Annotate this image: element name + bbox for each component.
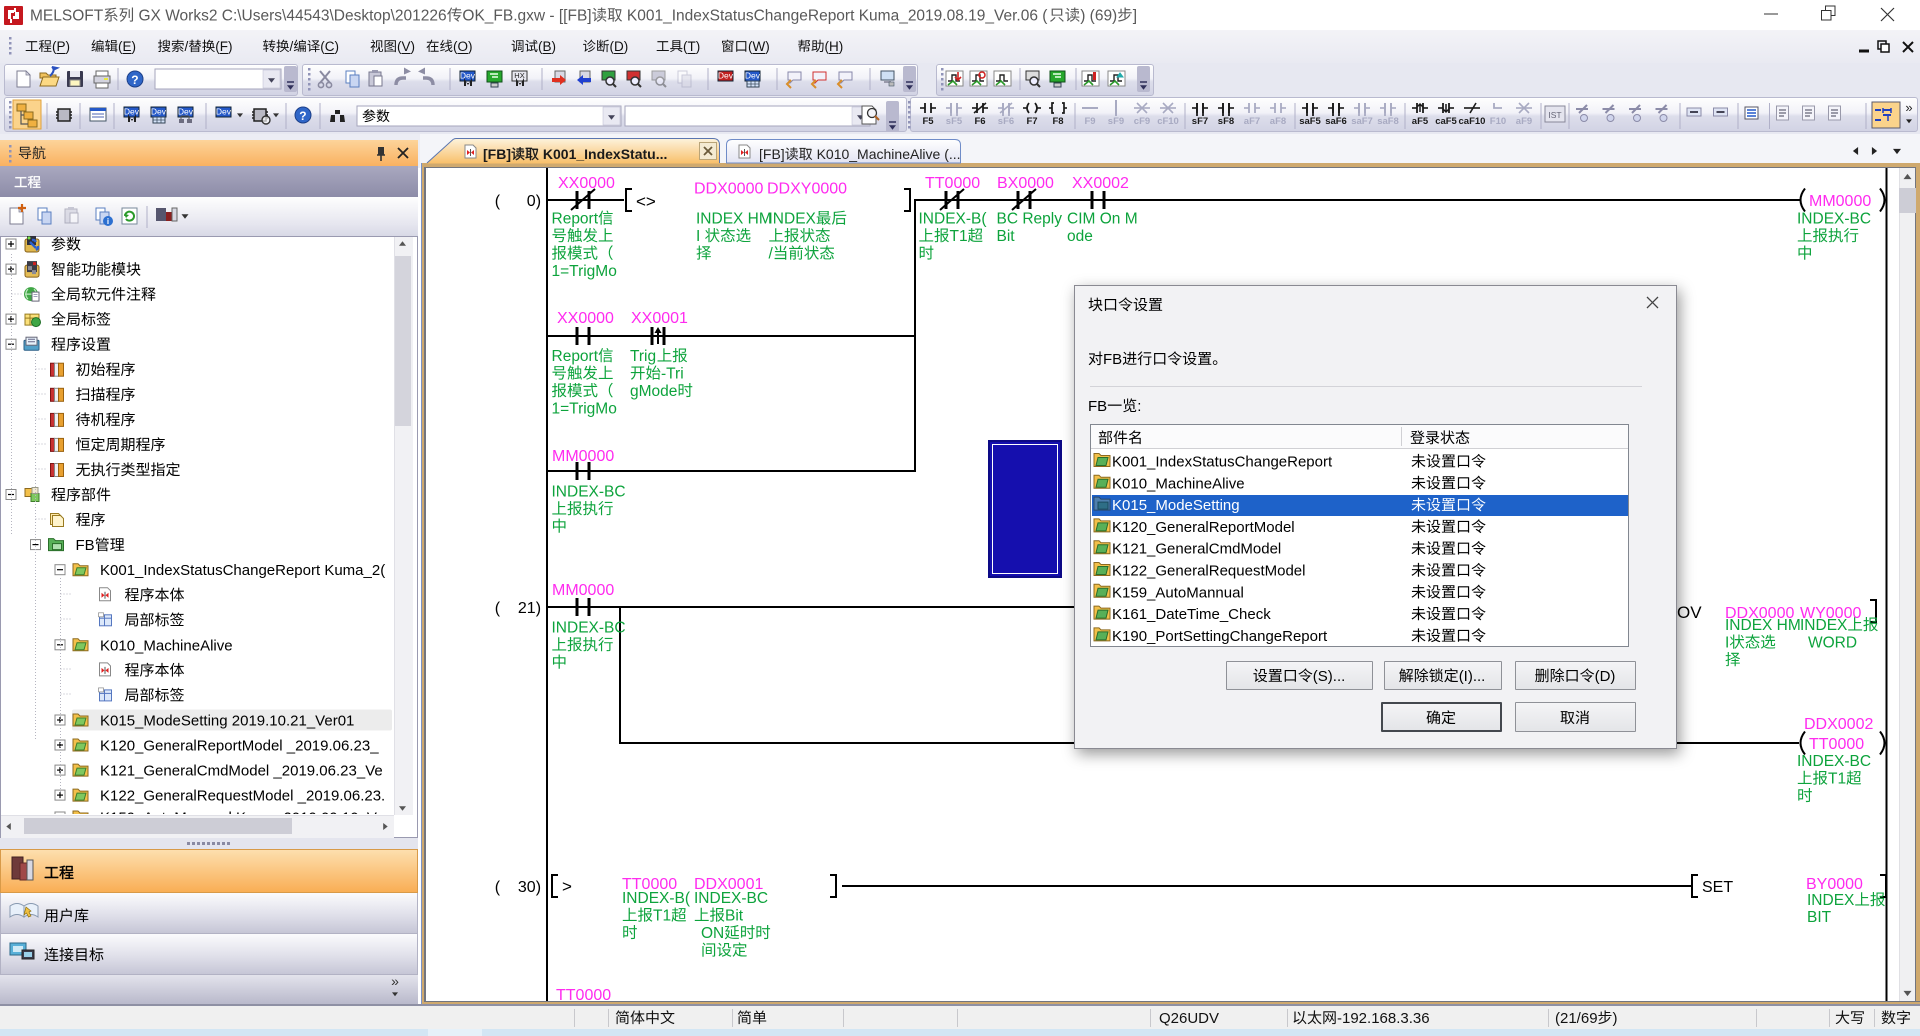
svg-text:GX Works2 C:\Users\44543\Deskt: GX Works2 C:\Users\44543\Desktop\201226 (134, 8, 446, 25)
svg-text:aF5: aF5 (1412, 116, 1429, 127)
svg-text:F6: F6 (975, 116, 986, 127)
svg-text:Dev: Dev (151, 107, 167, 117)
svg-text:K010_MachineAlive: K010_MachineAlive (1112, 475, 1245, 492)
svg-text::: : (1137, 398, 1141, 415)
svg-text:(21/69: (21/69 (1555, 1010, 1598, 1027)
svg-text:F8: F8 (1053, 116, 1064, 127)
svg-text:Dev: Dev (718, 71, 734, 81)
svg-text:saF8: saF8 (1377, 116, 1399, 127)
svg-text:caF10: caF10 (1459, 116, 1486, 127)
svg-text:saF5: saF5 (1299, 116, 1321, 127)
svg-text:K121_GeneralCmdModel _2019.06.: K121_GeneralCmdModel _2019.06.23_Ve (100, 763, 383, 780)
svg-text:K159_AutoMannual Kuma_2019.09.: K159_AutoMannual Kuma_2019.09.10_V (100, 810, 377, 827)
svg-text:aF7: aF7 (1244, 116, 1260, 127)
svg-text:F9: F9 (1085, 116, 1096, 127)
svg-text:K190_PortSettingChangeReport: K190_PortSettingChangeReport (1112, 628, 1328, 645)
svg-text:K161_DateTime_Check: K161_DateTime_Check (1112, 606, 1271, 623)
svg-text:cF9: cF9 (1134, 116, 1150, 127)
svg-text:/: / (185, 39, 189, 54)
svg-text:/: / (290, 39, 294, 54)
svg-text:K120_GeneralReportModel _2019.: K120_GeneralReportModel _2019.06.23_ (100, 738, 379, 755)
svg-text:Q26UDV: Q26UDV (1159, 1010, 1219, 1027)
svg-text:(H): (H) (825, 39, 844, 54)
svg-text:K159_AutoMannual: K159_AutoMannual (1112, 584, 1244, 601)
svg-text:Dev: Dev (216, 107, 232, 117)
svg-text:K001_IndexStatu...: K001_IndexStatu... (539, 146, 667, 162)
svg-text:(V): (V) (397, 39, 415, 54)
svg-text:K001_IndexStatusChangeReport K: K001_IndexStatusChangeReport Kuma_2019.0… (623, 8, 1049, 25)
svg-text:(S)...: (S)... (1313, 668, 1346, 685)
svg-text:Dev: Dev (178, 107, 194, 117)
svg-text:(T): (T) (683, 39, 700, 54)
svg-text:Dev: Dev (460, 71, 476, 81)
svg-text:(W): (W) (748, 39, 770, 54)
svg-text:K010_MachineAlive (...: K010_MachineAlive (... (813, 146, 961, 162)
svg-text:»: » (1905, 100, 1912, 115)
svg-text:F10: F10 (1490, 116, 1506, 127)
svg-text:FB: FB (1088, 398, 1107, 415)
svg-text:K015_ModeSetting 2019.10.21_Ve: K015_ModeSetting 2019.10.21_Ver01 (100, 713, 354, 730)
svg-text:K122_GeneralRequestModel: K122_GeneralRequestModel (1112, 563, 1305, 580)
svg-text:sF8: sF8 (1218, 116, 1234, 127)
svg-text:(D): (D) (610, 39, 629, 54)
svg-text:(E): (E) (118, 39, 136, 54)
svg-text:caF5: caF5 (1435, 116, 1457, 127)
svg-text:FB: FB (1103, 351, 1122, 368)
svg-text:aF9: aF9 (1516, 116, 1532, 127)
svg-text:Dev: Dev (745, 71, 761, 81)
svg-text:K120_GeneralReportModel: K120_GeneralReportModel (1112, 519, 1295, 536)
svg-text:K001_IndexStatusChangeReport: K001_IndexStatusChangeReport (1112, 454, 1333, 471)
svg-text:(C): (C) (320, 39, 339, 54)
svg-text:»: » (391, 973, 399, 989)
svg-text:FB: FB (76, 537, 95, 554)
svg-text:K001_IndexStatusChangeReport K: K001_IndexStatusChangeReport Kuma_2( (100, 562, 385, 579)
svg-text:K121_GeneralCmdModel: K121_GeneralCmdModel (1112, 541, 1281, 558)
svg-text:K122_GeneralRequestModel _2019: K122_GeneralRequestModel _2019.06.23. (100, 788, 385, 805)
svg-text:IST: IST (1548, 110, 1561, 120)
svg-text:HX: HX (514, 71, 524, 80)
svg-text:(D): (D) (1595, 668, 1616, 685)
svg-text:(O): (O) (453, 39, 473, 54)
svg-text:F5: F5 (923, 116, 935, 127)
svg-text:]: ] (1133, 8, 1137, 25)
svg-text:sF7: sF7 (1192, 116, 1208, 127)
svg-text:Dev: Dev (124, 107, 140, 117)
svg-text:?: ? (299, 109, 306, 123)
svg-text:saF7: saF7 (1351, 116, 1373, 127)
svg-text:sF9: sF9 (1108, 116, 1124, 127)
svg-text:saF6: saF6 (1325, 116, 1347, 127)
svg-text:aF8: aF8 (1270, 116, 1286, 127)
svg-text:K015_ModeSetting: K015_ModeSetting (1112, 497, 1240, 514)
svg-text:(F): (F) (215, 39, 232, 54)
svg-text:(B): (B) (538, 39, 556, 54)
svg-text:OK_FB.gxw - [[FB]: OK_FB.gxw - [[FB] (462, 8, 591, 25)
svg-text:[FB]: [FB] (483, 146, 511, 162)
svg-text:MELSOFT: MELSOFT (30, 8, 104, 25)
svg-text:sF6: sF6 (998, 116, 1014, 127)
svg-text:(P): (P) (52, 39, 70, 54)
svg-text:[FB]: [FB] (759, 146, 785, 162)
svg-text:) (69): ) (69) (1080, 8, 1117, 25)
svg-text:(I)...: (I)... (1459, 668, 1486, 685)
svg-text:i: i (107, 217, 109, 226)
svg-text:-192.168.3.36: -192.168.3.36 (1337, 1010, 1430, 1027)
svg-text:F7: F7 (1027, 116, 1038, 127)
svg-text:?: ? (131, 73, 138, 87)
svg-text:cF10: cF10 (1157, 116, 1179, 127)
svg-text:K010_MachineAlive: K010_MachineAlive (100, 637, 233, 654)
svg-text:): ) (1613, 1010, 1618, 1027)
svg-text:sF5: sF5 (946, 116, 963, 127)
